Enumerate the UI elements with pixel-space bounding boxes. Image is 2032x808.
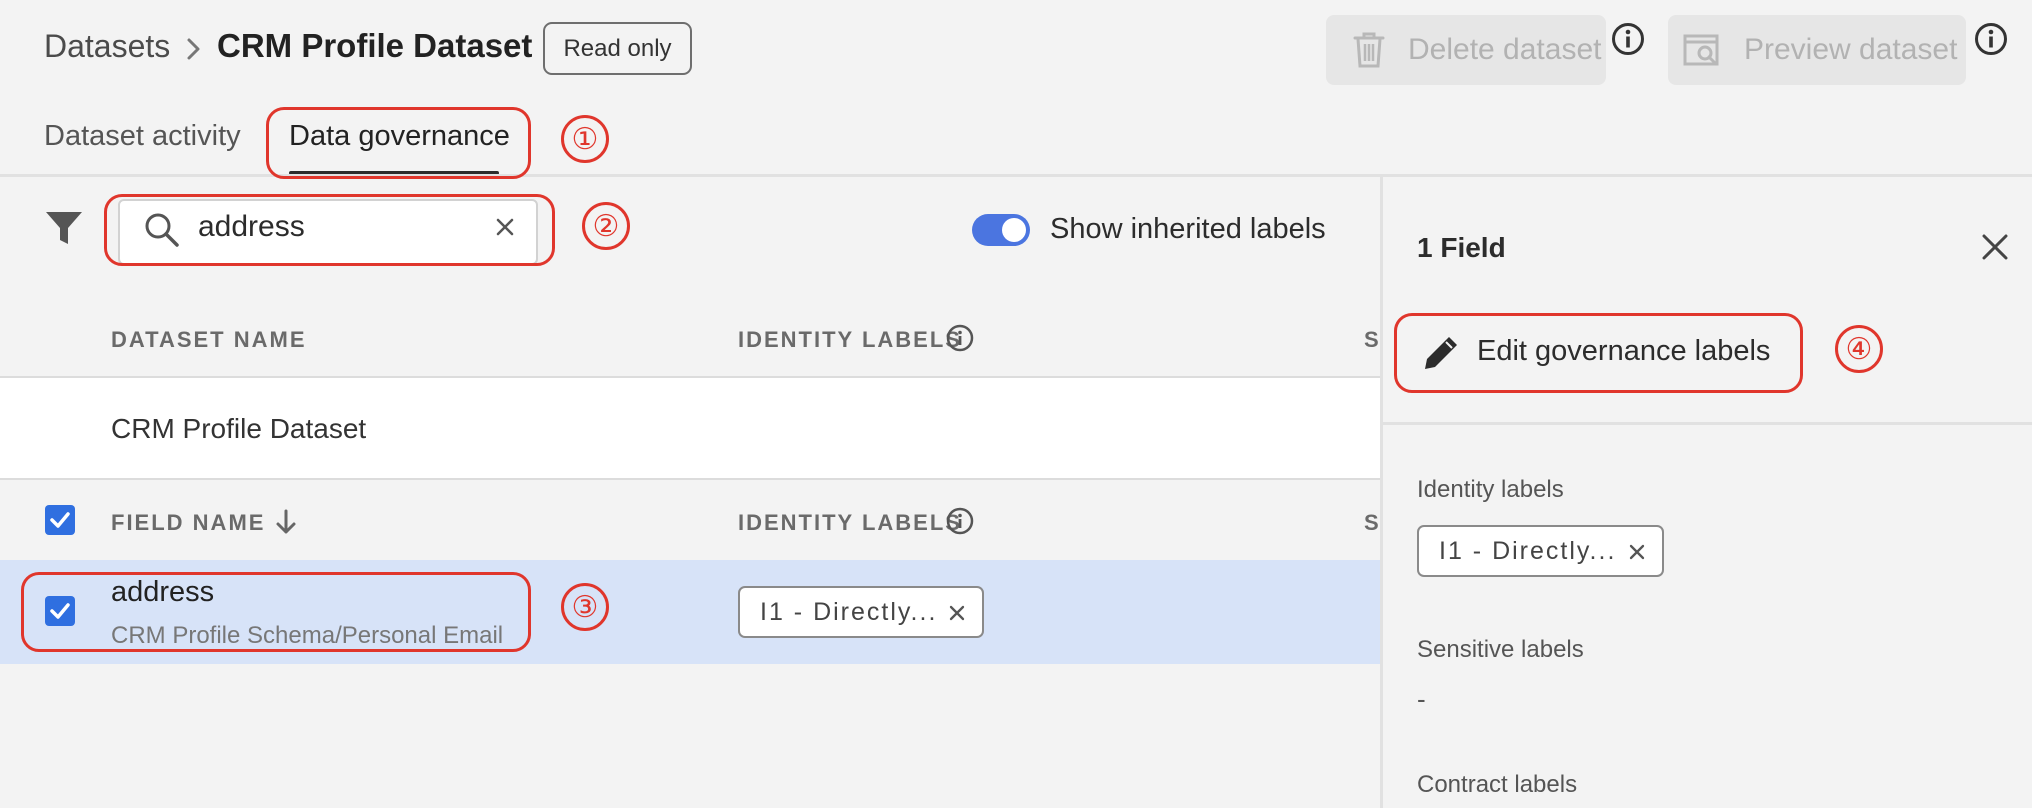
sensitive-labels-heading: Sensitive labels [1417,636,1584,663]
trash-icon [1353,32,1385,68]
info-icon[interactable] [946,324,974,352]
column-header-sensitive-labels: S [1364,510,1381,535]
filter-icon[interactable] [44,208,84,248]
show-inherited-labels-toggle[interactable] [972,214,1030,246]
checkmark-icon [50,512,70,528]
sensitive-labels-value: - [1417,684,1426,714]
identity-label-tag-text: I1 - Directly... [760,597,938,626]
select-all-checkbox[interactable] [45,505,75,535]
readonly-badge: Read only [543,22,692,75]
annotation-number-4: ④ [1835,325,1883,373]
identity-label-tag[interactable]: I1 - Directly... [738,586,984,638]
dataset-row-name: CRM Profile Dataset [111,413,367,444]
annotation-number-2: ② [582,202,630,250]
annotation-number-1: ① [561,115,609,163]
info-icon[interactable] [1974,22,2008,56]
arrow-down-icon[interactable] [275,508,297,536]
annotation-box-3 [21,572,531,652]
toggle-knob [1002,218,1026,242]
column-header-field-name[interactable]: FIELD NAME [111,510,265,536]
remove-tag-icon[interactable] [948,604,966,622]
contract-labels-heading: Contract labels [1417,771,1578,798]
identity-label-tag[interactable]: I1 - Directly... [1417,525,1664,577]
tab-dataset-activity[interactable]: Dataset activity [44,120,241,153]
chevron-right-icon [187,38,200,60]
panel-title: 1 Field [1417,232,1506,263]
delete-dataset-label: Delete dataset [1408,33,1602,66]
column-header-identity-labels: IDENTITY LABELS [738,510,962,535]
preview-dataset-label: Preview dataset [1744,33,1958,66]
identity-labels-heading: Identity labels [1417,476,1564,503]
annotation-box-2 [104,194,555,266]
annotation-box-4 [1394,313,1803,393]
delete-dataset-button[interactable]: Delete dataset [1326,15,1606,85]
column-header-identity-labels: IDENTITY LABELS [738,327,962,352]
show-inherited-labels-label: Show inherited labels [1050,213,1326,245]
info-icon[interactable] [946,507,974,535]
identity-label-tag-text: I1 - Directly... [1439,536,1617,565]
annotation-number-3: ③ [561,583,609,631]
breadcrumb-datasets[interactable]: Datasets [44,28,170,65]
annotation-box-1 [266,107,531,179]
close-icon[interactable] [1980,232,2010,262]
info-icon[interactable] [1611,22,1645,56]
preview-icon [1683,34,1719,66]
page-title: CRM Profile Dataset [217,27,533,64]
preview-dataset-button[interactable]: Preview dataset [1668,15,1966,85]
column-header-dataset-name: DATASET NAME [111,327,307,352]
remove-tag-icon[interactable] [1628,543,1646,561]
panel-divider [1383,422,2032,425]
column-header-sensitive-labels: S [1364,327,1381,352]
